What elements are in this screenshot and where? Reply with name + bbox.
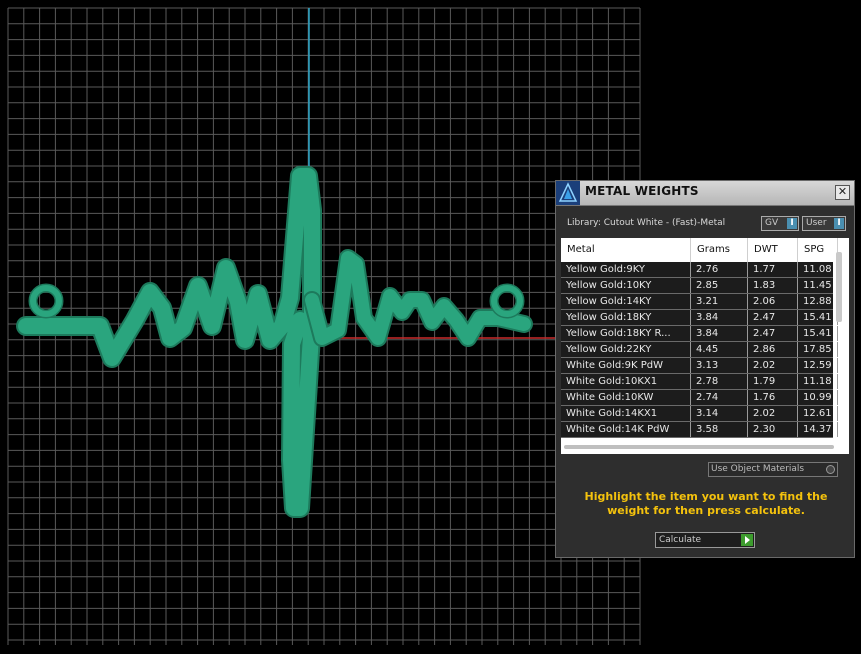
- column-header-grams[interactable]: Grams: [691, 238, 748, 262]
- grams-cell: 3.84: [691, 310, 748, 325]
- table-row[interactable]: White Gold:9K PdW 3.13 2.02 12.59: [561, 358, 838, 374]
- use-object-materials-option[interactable]: Use Object Materials: [708, 462, 838, 477]
- spg-cell: 17.85: [798, 342, 838, 357]
- dwt-cell: 2.06: [748, 294, 798, 309]
- gv-toggle-indicator: I: [787, 218, 797, 229]
- spg-cell: 12.88: [798, 294, 838, 309]
- table-header: Metal Grams DWT SPG: [561, 238, 838, 262]
- table-body: Yellow Gold:9KY 2.76 1.77 11.08 Yellow Gold:…: [561, 262, 838, 438]
- dwt-cell: 1.79: [748, 374, 798, 389]
- dwt-cell: 2.02: [748, 406, 798, 421]
- gv-toggle[interactable]: GV I: [761, 216, 799, 231]
- grams-cell: 2.74: [691, 390, 748, 405]
- dwt-cell: 2.02: [748, 358, 798, 373]
- grams-cell: 2.78: [691, 374, 748, 389]
- grams-cell: 3.13: [691, 358, 748, 373]
- horizontal-scrollbar[interactable]: [564, 445, 834, 449]
- metal-cell: White Gold:14K PdW: [561, 422, 691, 437]
- grams-cell: 3.21: [691, 294, 748, 309]
- table-row[interactable]: Yellow Gold:10KY 2.85 1.83 11.45: [561, 278, 838, 294]
- play-arrow-icon: [741, 534, 753, 546]
- spg-cell: 12.61: [798, 406, 838, 421]
- column-header-spg[interactable]: SPG: [798, 238, 838, 262]
- table-row[interactable]: Yellow Gold:14KY 3.21 2.06 12.88: [561, 294, 838, 310]
- panel-titlebar[interactable]: METAL WEIGHTS ✕: [556, 181, 854, 206]
- spg-cell: 15.41: [798, 310, 838, 325]
- spg-cell: 11.45: [798, 278, 838, 293]
- dwt-cell: 2.47: [748, 310, 798, 325]
- spg-cell: 12.59: [798, 358, 838, 373]
- metal-cell: Yellow Gold:9KY: [561, 262, 691, 277]
- metal-cell: Yellow Gold:10KY: [561, 278, 691, 293]
- dwt-cell: 1.77: [748, 262, 798, 277]
- close-button[interactable]: ✕: [835, 185, 850, 200]
- spg-cell: 15.41: [798, 326, 838, 341]
- table-row[interactable]: White Gold:14KX1 3.14 2.02 12.61: [561, 406, 838, 422]
- dwt-cell: 2.86: [748, 342, 798, 357]
- spg-cell: 10.99: [798, 390, 838, 405]
- user-toggle[interactable]: User I: [802, 216, 846, 231]
- metal-cell: Yellow Gold:22KY: [561, 342, 691, 357]
- gv-toggle-label: GV: [765, 218, 779, 228]
- dwt-cell: 2.30: [748, 422, 798, 437]
- grams-cell: 4.45: [691, 342, 748, 357]
- metal-weights-logo-icon: [556, 181, 580, 205]
- column-header-dwt[interactable]: DWT: [748, 238, 798, 262]
- table-row[interactable]: Yellow Gold:18KY 3.84 2.47 15.41: [561, 310, 838, 326]
- instruction-text: Highlight the item you want to find the …: [584, 490, 828, 517]
- spg-cell: 14.37: [798, 422, 838, 437]
- spg-cell: 11.08: [798, 262, 838, 277]
- library-label: Library: Cutout White - (Fast)-Metal: [567, 218, 726, 228]
- grams-cell: 3.58: [691, 422, 748, 437]
- user-toggle-label: User: [806, 218, 827, 228]
- dwt-cell: 2.47: [748, 326, 798, 341]
- metal-table[interactable]: Metal Grams DWT SPG Yellow Gold:9KY 2.76 1…: [561, 238, 849, 454]
- column-header-metal[interactable]: Metal: [561, 238, 691, 262]
- table-row[interactable]: Yellow Gold:9KY 2.76 1.77 11.08: [561, 262, 838, 278]
- table-row[interactable]: White Gold:14K PdW 3.58 2.30 14.37: [561, 422, 838, 438]
- grams-cell: 2.76: [691, 262, 748, 277]
- table-row[interactable]: White Gold:10KX1 2.78 1.79 11.18: [561, 374, 838, 390]
- metal-cell: White Gold:9K PdW: [561, 358, 691, 373]
- grams-cell: 3.14: [691, 406, 748, 421]
- dwt-cell: 1.76: [748, 390, 798, 405]
- metal-weights-panel: METAL WEIGHTS ✕ Library: Cutout White - …: [555, 180, 855, 558]
- metal-cell: White Gold:14KX1: [561, 406, 691, 421]
- vertical-scrollbar[interactable]: [836, 252, 842, 322]
- metal-cell: White Gold:10KX1: [561, 374, 691, 389]
- grams-cell: 2.85: [691, 278, 748, 293]
- table-row[interactable]: Yellow Gold:18KY R... 3.84 2.47 15.41: [561, 326, 838, 342]
- table-row[interactable]: White Gold:10KW 2.74 1.76 10.99: [561, 390, 838, 406]
- grams-cell: 3.84: [691, 326, 748, 341]
- metal-cell: Yellow Gold:14KY: [561, 294, 691, 309]
- metal-cell: White Gold:10KW: [561, 390, 691, 405]
- dwt-cell: 1.83: [748, 278, 798, 293]
- panel-title: METAL WEIGHTS: [585, 184, 699, 198]
- table-row[interactable]: Yellow Gold:22KY 4.45 2.86 17.85: [561, 342, 838, 358]
- metal-cell: Yellow Gold:18KY: [561, 310, 691, 325]
- user-toggle-indicator: I: [834, 218, 844, 229]
- use-object-materials-radio[interactable]: [826, 465, 835, 474]
- calculate-button[interactable]: Calculate: [655, 532, 755, 548]
- use-object-materials-label: Use Object Materials: [711, 464, 805, 474]
- metal-cell: Yellow Gold:18KY R...: [561, 326, 691, 341]
- spg-cell: 11.18: [798, 374, 838, 389]
- calculate-label: Calculate: [659, 535, 702, 545]
